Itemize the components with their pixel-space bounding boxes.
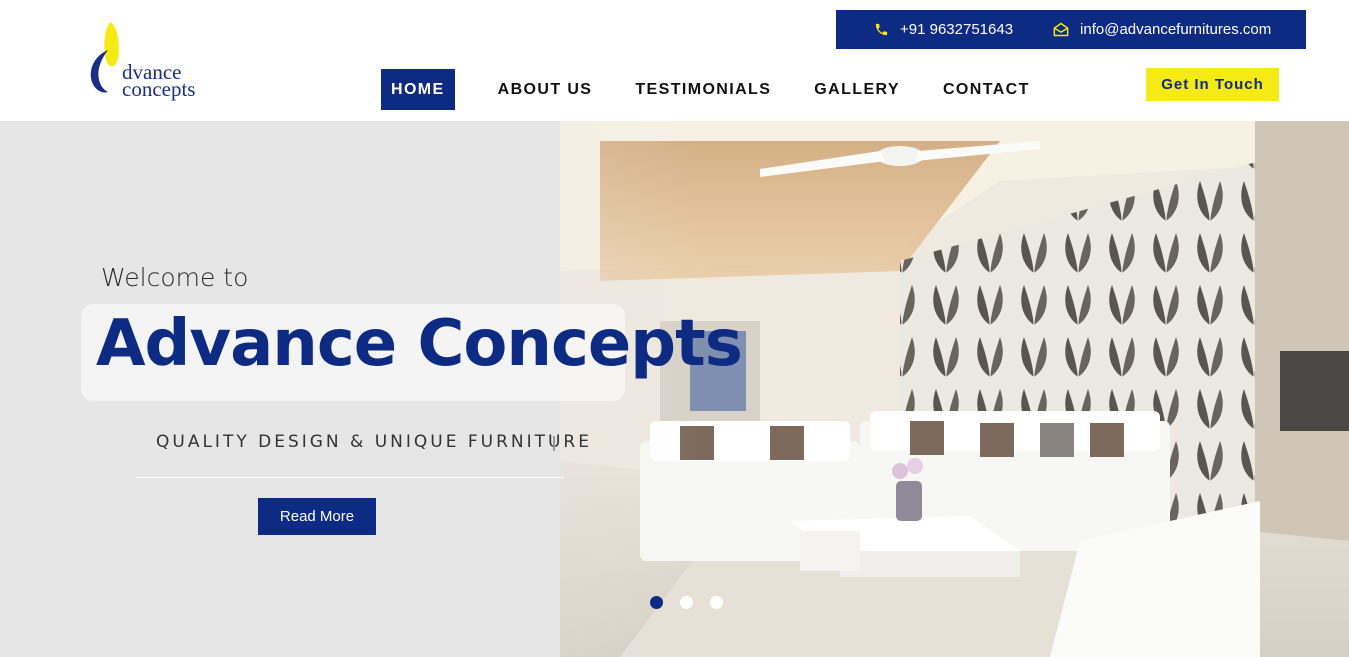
slide-dot-2[interactable]: [680, 596, 693, 609]
phone-number: +91 9632751643: [900, 21, 1014, 38]
contact-bar: +91 9632751643 info@advancefurnitures.co…: [836, 10, 1306, 49]
nav-item-about-us[interactable]: ABOUT US: [488, 69, 603, 110]
hero-title: Advance Concepts: [96, 307, 743, 381]
typing-cursor: [553, 436, 555, 451]
phone-icon: [875, 23, 888, 36]
hero-slider: Welcome to Advance Concepts QUALITY DESI…: [0, 121, 1349, 657]
nav-item-testimonials[interactable]: TESTIMONIALS: [625, 69, 781, 110]
slider-pagination: [650, 596, 740, 609]
email-address: info@advancefurnitures.com: [1080, 21, 1272, 38]
hero-divider: [136, 477, 564, 478]
get-in-touch-button[interactable]: Get In Touch: [1146, 68, 1279, 101]
site-header: dvance concepts +91 9632751643 info@adva…: [0, 0, 1349, 121]
hero-tagline: QUALITY DESIGN & UNIQUE FURNITURE: [156, 432, 592, 452]
email-link[interactable]: info@advancefurnitures.com: [1053, 21, 1271, 38]
slide-dot-3[interactable]: [710, 596, 723, 609]
phone-link[interactable]: +91 9632751643: [874, 21, 1013, 38]
logo-wordmark: dvance concepts: [122, 62, 196, 101]
envelope-icon: [1053, 22, 1069, 37]
nav-item-home[interactable]: HOME: [381, 69, 455, 110]
hero-welcome-text: Welcome to: [101, 263, 249, 292]
logo-line-2: concepts: [122, 77, 196, 101]
nav-item-gallery[interactable]: GALLERY: [804, 69, 910, 110]
main-nav: HOME ABOUT US TESTIMONIALS GALLERY CONTA…: [381, 69, 1063, 110]
read-more-button[interactable]: Read More: [258, 498, 376, 535]
nav-item-contact[interactable]: CONTACT: [933, 69, 1040, 110]
brand-logo[interactable]: dvance concepts: [86, 20, 206, 104]
slide-dot-1[interactable]: [650, 596, 663, 609]
